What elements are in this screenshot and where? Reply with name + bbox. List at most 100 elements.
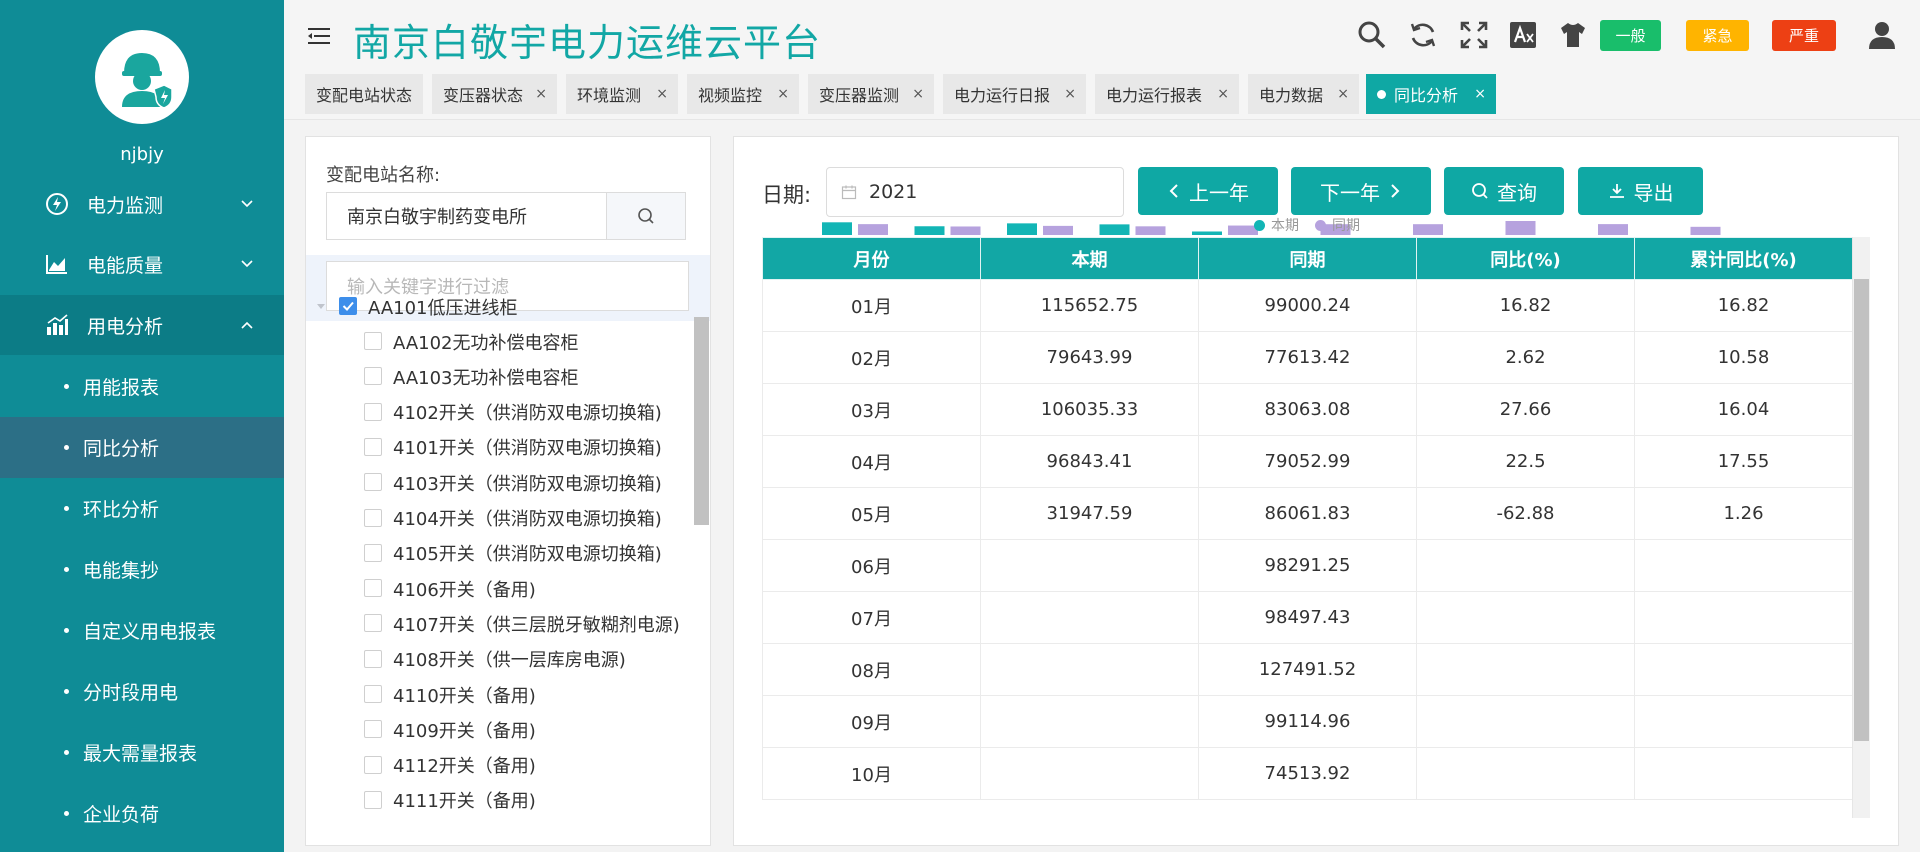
submenu-time-period[interactable]: 分时段用电 bbox=[0, 661, 284, 722]
chevron-up-icon bbox=[241, 321, 253, 329]
table-cell bbox=[980, 695, 1199, 748]
column-header[interactable]: 月份 bbox=[762, 237, 981, 280]
chevron-down-icon bbox=[241, 260, 253, 268]
table-cell: 1.26 bbox=[1634, 487, 1853, 540]
column-header[interactable]: 同比(%) bbox=[1416, 237, 1635, 280]
tree-scrollbar[interactable] bbox=[694, 317, 709, 525]
tab-station-status[interactable]: 变配电站状态 bbox=[305, 74, 423, 114]
tree-node-label: 4102开关（供消防双电源切换箱) bbox=[393, 403, 662, 425]
column-header[interactable]: 同期 bbox=[1198, 237, 1417, 280]
tree-checkbox[interactable] bbox=[364, 402, 382, 421]
avatar[interactable] bbox=[95, 30, 189, 124]
tree-checkbox[interactable] bbox=[364, 367, 382, 386]
tree-checkbox[interactable] bbox=[364, 685, 382, 703]
table-cell: 74513.92 bbox=[1198, 747, 1417, 800]
menu-label: 用电分析 bbox=[87, 315, 164, 338]
submenu-energy-report[interactable]: 用能报表 bbox=[0, 356, 284, 417]
tree-checkbox[interactable] bbox=[364, 790, 382, 809]
legend-current-swatch bbox=[1254, 219, 1265, 231]
tree-checkbox[interactable] bbox=[364, 579, 382, 598]
submenu-yoy-analysis[interactable]: 同比分析 bbox=[0, 417, 284, 478]
menu-fold-icon[interactable] bbox=[308, 26, 330, 46]
column-header[interactable]: 累计同比(%) bbox=[1634, 237, 1853, 280]
bullet bbox=[64, 567, 69, 572]
tree-node-label: AA101低压进线柜 bbox=[368, 297, 518, 319]
bar-previous bbox=[1043, 225, 1073, 235]
close-icon[interactable]: × bbox=[1217, 86, 1229, 102]
submenu-enterprise-load[interactable]: 企业负荷 bbox=[0, 783, 284, 844]
bar-current bbox=[822, 222, 852, 235]
caret-down-icon[interactable] bbox=[316, 301, 326, 311]
next-year-button[interactable]: 下一年 bbox=[1291, 167, 1431, 215]
tree-checkbox[interactable] bbox=[339, 297, 357, 315]
export-button[interactable]: 导出 bbox=[1578, 167, 1703, 215]
bar-previous bbox=[1413, 224, 1443, 235]
menu-power-quality[interactable]: 电能质量 bbox=[0, 234, 284, 294]
submenu-meter-reading[interactable]: 电能集抄 bbox=[0, 539, 284, 600]
tree-node-label: 4105开关（供消防双电源切换箱) bbox=[393, 544, 662, 566]
tab-operation-report[interactable]: 电力运行报表 × bbox=[1095, 74, 1239, 114]
table-cell: 99000.24 bbox=[1198, 279, 1417, 332]
submenu-custom-report[interactable]: 自定义用电报表 bbox=[0, 600, 284, 661]
tree-node-label: 4108开关（供一层库房电源) bbox=[393, 650, 626, 672]
station-select[interactable]: 南京白敬宇制药变电所 bbox=[326, 192, 606, 240]
close-icon[interactable]: × bbox=[535, 86, 547, 102]
tab-power-data[interactable]: 电力数据 × bbox=[1248, 74, 1359, 114]
close-icon[interactable]: × bbox=[1474, 86, 1486, 102]
tree-checkbox[interactable] bbox=[364, 437, 382, 456]
tree-checkbox[interactable] bbox=[364, 508, 382, 527]
close-icon[interactable]: × bbox=[777, 86, 789, 102]
tab-daily-report[interactable]: 电力运行日报 × bbox=[943, 74, 1086, 114]
table-row: 02月 79643.99 77613.42 2.62 10.58 bbox=[762, 331, 1853, 384]
search-icon[interactable] bbox=[1357, 20, 1387, 50]
table-scrollbar-thumb[interactable] bbox=[1854, 279, 1869, 741]
submenu-label: 环比分析 bbox=[83, 499, 160, 521]
tab-transformer-status[interactable]: 变压器状态 × bbox=[432, 74, 557, 114]
tree-checkbox[interactable] bbox=[364, 649, 382, 668]
calendar-icon bbox=[841, 185, 857, 200]
yoy-table: 月份 本期 同期 同比(%) 累计同比(%) 01月 115652.75 99000.24 1… bbox=[762, 237, 1853, 800]
submenu-label: 最大需量报表 bbox=[83, 743, 198, 765]
tab-transformer-monitor[interactable]: 变压器监测 × bbox=[808, 74, 934, 114]
badge-normal[interactable]: 一般 bbox=[1600, 20, 1661, 51]
station-search-button[interactable] bbox=[606, 192, 686, 240]
tree-checkbox[interactable] bbox=[364, 614, 382, 633]
menu-power-monitoring[interactable]: 电力监测 bbox=[0, 174, 284, 234]
table-row: 01月 115652.75 99000.24 16.82 16.82 bbox=[762, 279, 1853, 332]
year-picker[interactable]: 2021 bbox=[826, 167, 1124, 217]
table-cell bbox=[1634, 539, 1853, 592]
legend-previous-swatch bbox=[1315, 219, 1326, 231]
tree-checkbox[interactable] bbox=[364, 720, 382, 739]
theme-shirt-icon[interactable] bbox=[1558, 20, 1588, 50]
date-label: 日期: bbox=[762, 183, 812, 207]
tree-checkbox[interactable] bbox=[364, 755, 382, 774]
table-cell: 02月 bbox=[762, 331, 981, 384]
tree-checkbox[interactable] bbox=[364, 473, 382, 492]
fullscreen-icon[interactable] bbox=[1459, 20, 1489, 50]
menu-usage-analysis[interactable]: 用电分析 bbox=[0, 295, 284, 355]
tree-checkbox[interactable] bbox=[364, 332, 382, 350]
table-row: 03月 106035.33 83063.08 27.66 16.04 bbox=[762, 383, 1853, 436]
table-cell: 07月 bbox=[762, 591, 981, 644]
badge-urgent[interactable]: 紧急 bbox=[1686, 20, 1749, 51]
refresh-icon[interactable] bbox=[1408, 20, 1438, 50]
badge-severe[interactable]: 严重 bbox=[1772, 20, 1836, 51]
close-icon[interactable]: × bbox=[912, 86, 924, 102]
submenu-mom-analysis[interactable]: 环比分析 bbox=[0, 478, 284, 539]
submenu-max-demand[interactable]: 最大需量报表 bbox=[0, 722, 284, 783]
column-header[interactable]: 本期 bbox=[980, 237, 1199, 280]
query-button[interactable]: 查询 bbox=[1444, 167, 1564, 215]
close-icon[interactable]: × bbox=[1337, 86, 1349, 102]
tree-checkbox[interactable] bbox=[364, 543, 382, 562]
bullet bbox=[64, 628, 69, 633]
tab-yoy-analysis[interactable]: 同比分析 × bbox=[1366, 74, 1496, 114]
tab-video[interactable]: 视频监控 × bbox=[687, 74, 799, 114]
translate-icon[interactable] bbox=[1508, 20, 1538, 50]
user-icon[interactable] bbox=[1867, 20, 1897, 50]
close-icon[interactable]: × bbox=[656, 86, 668, 102]
close-icon[interactable]: × bbox=[1064, 86, 1076, 102]
bar-previous bbox=[950, 226, 981, 235]
tab-environment[interactable]: 环境监测 × bbox=[566, 74, 678, 114]
prev-year-button[interactable]: 上一年 bbox=[1138, 167, 1278, 215]
table-cell: 77613.42 bbox=[1198, 331, 1417, 384]
